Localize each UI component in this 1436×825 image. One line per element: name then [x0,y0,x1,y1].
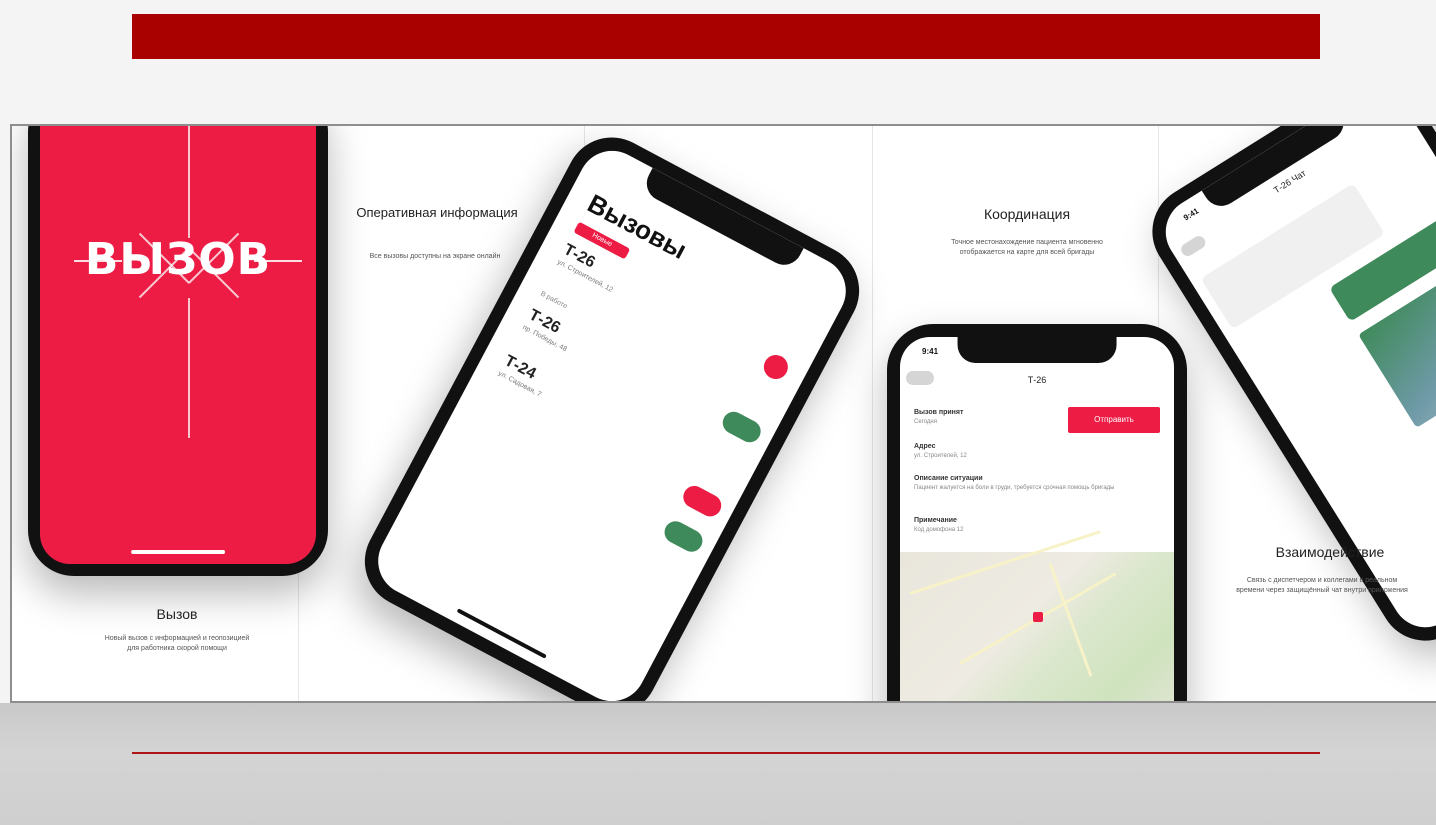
section-label: В работе [539,290,569,311]
caption-title-coord: Координация [983,206,1071,222]
list-screen: Вызовы Новые Т-26 ул. Строителей, 12 В р… [366,138,858,701]
column-divider [872,126,873,701]
field-label: Адрес [914,443,936,450]
bottom-gray-band [0,703,1436,825]
caption-text-coord: Точное местонахождение пациента мгновенн… [951,239,1103,256]
field-label: Описание ситуации [914,475,983,482]
top-red-bar [132,14,1320,59]
phone-detail: 9:41 Т-26 Отправить Вызов принят Сегодня… [887,324,1187,701]
phone-splash: ВЫЗОВ [28,126,328,576]
bottom-red-line [132,752,1320,754]
home-indicator [131,550,225,554]
caption-text-info: Все вызовы доступны на экране онлайн [369,253,501,260]
map-view[interactable]: ⤢ [900,530,1174,701]
app-logo: ВЫЗОВ [84,234,272,285]
send-button[interactable]: Отправить [1068,407,1160,433]
phone-notch [957,337,1117,363]
status-time: 9:41 [1181,206,1201,223]
app-showcase-banner: ВЫЗОВ Вызов Новый вызов с информацией и … [10,124,1436,704]
location-pin-icon [1033,612,1043,622]
splash-screen: ВЫЗОВ [40,126,316,564]
detail-header: Т-26 [1027,375,1047,385]
caption-title-interact: Взаимодействие [1275,544,1385,560]
caption-title-info: Оперативная информация [356,205,518,220]
caption-title-splash: Вызов [156,606,198,622]
field-value: Пациент жалуется на боли в груди, требуе… [914,485,1115,491]
map-road [1048,562,1093,677]
chat-screen: 9:41 Т-26 Чат [1152,126,1436,641]
map-road [909,530,1101,595]
status-dot [759,350,793,384]
call-action-pill[interactable] [660,517,707,556]
field-value: Код домофона 12 [914,527,964,533]
caption-text-interact: Связь с диспетчером и коллегами в реальн… [1236,577,1408,594]
field-value: Сегодня [914,419,937,425]
status-time: 9:41 [922,347,939,356]
caption-text-splash: Новый вызов с информацией и геопозицией … [104,635,250,652]
detail-screen: 9:41 Т-26 Отправить Вызов принят Сегодня… [900,337,1174,701]
field-label: Примечание [914,517,957,524]
call-action-pill[interactable] [679,482,726,521]
home-indicator [456,608,547,659]
logo-ray [188,298,190,438]
call-action-pill[interactable] [718,407,765,447]
field-value: ул. Строителей, 12 [914,453,967,459]
logo-ray [188,126,190,238]
field-label: Вызов принят [914,409,964,416]
